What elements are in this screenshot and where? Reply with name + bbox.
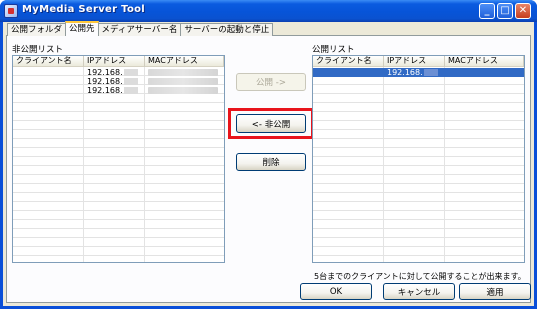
private-list-row[interactable]: 192.168. [13,86,224,95]
ip-cell: 192.168. [384,68,445,77]
app-window: MyMedia Server Tool _ □ ✕ 非公開リスト クライアント名… [0,0,537,309]
apply-button[interactable]: 適用 [459,283,531,300]
ip-cell: 192.168. [84,77,145,86]
redacted-mac [148,87,218,94]
tab-public-folder[interactable]: 公開フォルダ [7,23,67,36]
client-name-cell [13,86,84,95]
mac-cell [445,68,524,77]
mac-cell [145,77,224,86]
title-bar[interactable]: MyMedia Server Tool _ □ ✕ [0,0,537,22]
redacted-ip [123,78,138,85]
delete-button[interactable]: 削除 [236,153,306,171]
public-list-grid [313,67,524,262]
redacted-ip [123,87,138,94]
public-list[interactable]: クライアント名 IPアドレス MACアドレス 192.168. [312,55,525,263]
minimize-icon: _ [484,5,490,16]
window-client-area: 非公開リスト クライアント名 IPアドレス MACアドレス 192.168. 1… [3,21,534,306]
public-list-label: 公開リスト [312,45,355,55]
mac-cell [145,68,224,77]
close-button[interactable]: ✕ [515,3,531,19]
redacted-mac [148,78,218,85]
public-list-header: クライアント名 IPアドレス MACアドレス [313,56,524,67]
column-header-ip[interactable]: IPアドレス [84,56,145,67]
ip-text: 192.168. [87,68,123,77]
public-list-row-selected[interactable]: 192.168. [313,68,524,77]
column-header-mac[interactable]: MACアドレス [445,56,524,67]
private-list-grid [13,67,224,262]
column-header-ip[interactable]: IPアドレス [384,56,445,67]
minimize-button[interactable]: _ [479,3,495,19]
redacted-ip [423,69,438,76]
private-list-row[interactable]: 192.168. [13,68,224,77]
publish-button[interactable]: 公開 -> [236,73,306,91]
column-header-client[interactable]: クライアント名 [313,56,384,67]
column-header-client[interactable]: クライアント名 [13,56,84,67]
ip-cell: 192.168. [84,86,145,95]
ip-text: 192.168. [87,86,123,95]
mac-cell [145,86,224,95]
tab-panel-publish-target: 非公開リスト クライアント名 IPアドレス MACアドレス 192.168. 1… [6,35,531,303]
client-name-cell [13,68,84,77]
tab-server-start-stop[interactable]: サーバーの起動と停止 [180,23,274,36]
redacted-mac [148,69,218,76]
client-limit-note: 5台までのクライアントに対して公開することが出来ます。 [314,272,526,281]
column-header-mac[interactable]: MACアドレス [145,56,224,67]
maximize-icon: □ [500,5,510,16]
private-list-label: 非公開リスト [12,45,64,55]
client-name-cell [13,77,84,86]
private-list[interactable]: クライアント名 IPアドレス MACアドレス 192.168. 192.168. [12,55,225,263]
unpublish-button[interactable]: <- 非公開 [236,114,306,133]
maximize-button[interactable]: □ [497,3,513,19]
ip-text: 192.168. [87,77,123,86]
close-icon: ✕ [518,5,528,16]
private-list-header: クライアント名 IPアドレス MACアドレス [13,56,224,67]
ip-text: 192.168. [387,68,423,77]
tab-media-server-name[interactable]: メディアサーバー名 [97,23,182,36]
client-name-cell [313,68,384,77]
redacted-ip [123,69,138,76]
window-title: MyMedia Server Tool [22,4,146,15]
app-icon [4,4,18,18]
ip-cell: 192.168. [84,68,145,77]
tab-strip: 公開フォルダ 公開先 メディアサーバー名 サーバーの起動と停止 [7,21,274,36]
cancel-button[interactable]: キャンセル [383,283,455,300]
private-list-row[interactable]: 192.168. [13,77,224,86]
tab-publish-target[interactable]: 公開先 [65,21,99,36]
ok-button[interactable]: OK [300,283,372,300]
